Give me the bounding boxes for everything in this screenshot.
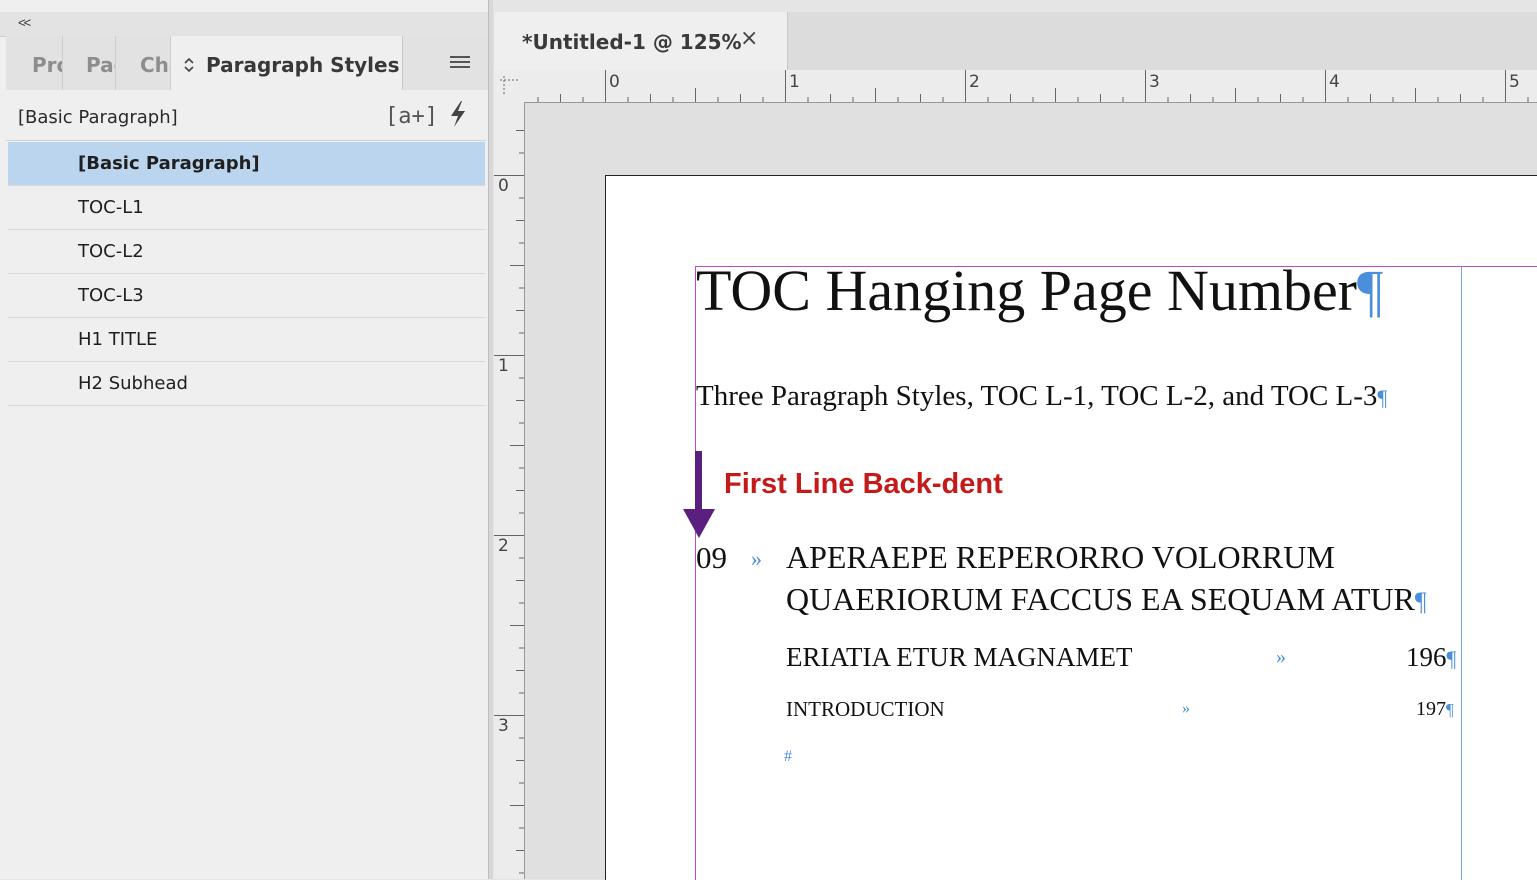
document-tab-title: *Untitled-1 @ 125% xyxy=(522,30,742,54)
pilcrow: ¶ xyxy=(1414,587,1427,616)
toc-l2-page: 196¶ xyxy=(1406,642,1457,672)
text-frame-edge xyxy=(1461,266,1462,880)
style-item-basic-paragraph[interactable]: [Basic Paragraph] xyxy=(8,142,485,186)
tab-pages[interactable]: Pages xyxy=(63,36,116,90)
style-item-toc-l2[interactable]: TOC-L2 xyxy=(8,230,485,274)
style-item-label: TOC-L2 xyxy=(78,241,144,262)
pilcrow: ¶ xyxy=(1377,385,1388,410)
tab-marker: » xyxy=(1182,700,1190,717)
end-of-story-marker: # xyxy=(784,748,792,765)
ruler-label: 5 xyxy=(1509,72,1520,92)
ruler-label: 3 xyxy=(498,716,509,736)
hamburger-menu-icon[interactable] xyxy=(450,56,470,71)
panel-tabs: Properties Pages Character Paragraph Sty… xyxy=(6,36,488,90)
toc-l1-entry: APERAEPE REPERORRO VOLORRUM QUAERIORUM F… xyxy=(786,539,1427,617)
paragraph-styles-panel: << Properties Pages Character Paragraph … xyxy=(0,0,489,879)
up-down-chevron-icon xyxy=(183,36,195,90)
close-icon[interactable]: × xyxy=(740,26,758,51)
pilcrow: ¶ xyxy=(1446,646,1457,671)
style-item-h2-subhead[interactable]: H2 Subhead xyxy=(8,362,485,406)
style-item-h1-title[interactable]: H1 TITLE xyxy=(8,318,485,362)
style-item-label: TOC-L3 xyxy=(78,285,144,306)
toc-l3-entry: INTRODUCTION xyxy=(786,697,945,721)
style-item-label: TOC-L1 xyxy=(78,197,144,218)
lightning-icon[interactable] xyxy=(446,100,470,128)
style-item-toc-l1[interactable]: TOC-L1 xyxy=(8,186,485,230)
document-tab[interactable]: *Untitled-1 @ 125% × xyxy=(494,12,788,70)
style-item-toc-l3[interactable]: TOC-L3 xyxy=(8,274,485,318)
tab-paragraph-styles-label: Paragraph Styles xyxy=(206,53,400,77)
collapse-icon[interactable]: << xyxy=(18,15,31,30)
panel-splitter[interactable] xyxy=(488,0,493,879)
annotation-label: First Line Back-dent xyxy=(724,468,1003,500)
style-item-label: H1 TITLE xyxy=(78,329,158,350)
ruler-label: 1 xyxy=(498,356,509,376)
toc-l2-entry: ERIATIA ETUR MAGNAMET xyxy=(786,642,1133,672)
new-style-icon[interactable]: [a+] xyxy=(385,104,438,129)
tab-character[interactable]: Character xyxy=(116,36,171,90)
tab-paragraph-styles[interactable]: Paragraph Styles xyxy=(171,36,403,90)
horizontal-ruler[interactable]: 0 1 2 3 4 5 xyxy=(524,70,1537,103)
page-subtitle: Three Paragraph Styles, TOC L-1, TOC L-2… xyxy=(696,380,1388,412)
current-style-label: [Basic Paragraph] xyxy=(18,107,178,128)
pilcrow: ¶ xyxy=(1357,258,1384,323)
tab-properties[interactable]: Properties xyxy=(6,36,63,90)
ruler-label: 1 xyxy=(789,72,800,92)
down-arrow-icon xyxy=(683,451,715,546)
page-title: TOC Hanging Page Number¶ xyxy=(696,258,1384,323)
document-page[interactable]: TOC Hanging Page Number¶ Three Paragraph… xyxy=(605,175,1537,880)
ruler-label: 0 xyxy=(609,72,620,92)
ruler-label: 3 xyxy=(1149,72,1160,92)
vertical-ruler[interactable]: 0 1 2 3 xyxy=(494,102,525,879)
tab-marker: » xyxy=(751,546,762,571)
current-style-bar: [Basic Paragraph] [a+] xyxy=(6,90,486,141)
toc-l1-number: 09 xyxy=(696,540,727,575)
ruler-label: 4 xyxy=(1329,72,1340,92)
tab-marker: » xyxy=(1276,646,1286,668)
ruler-label: 0 xyxy=(498,176,509,196)
ruler-label: 2 xyxy=(498,536,509,556)
panel-collapse-bar[interactable]: << xyxy=(0,12,488,37)
ruler-origin[interactable] xyxy=(494,70,525,103)
style-item-label: [Basic Paragraph] xyxy=(78,153,260,174)
pilcrow: ¶ xyxy=(1446,700,1454,719)
ruler-label: 2 xyxy=(969,72,980,92)
toc-l3-page: 197¶ xyxy=(1416,698,1454,720)
style-item-label: H2 Subhead xyxy=(78,373,188,394)
